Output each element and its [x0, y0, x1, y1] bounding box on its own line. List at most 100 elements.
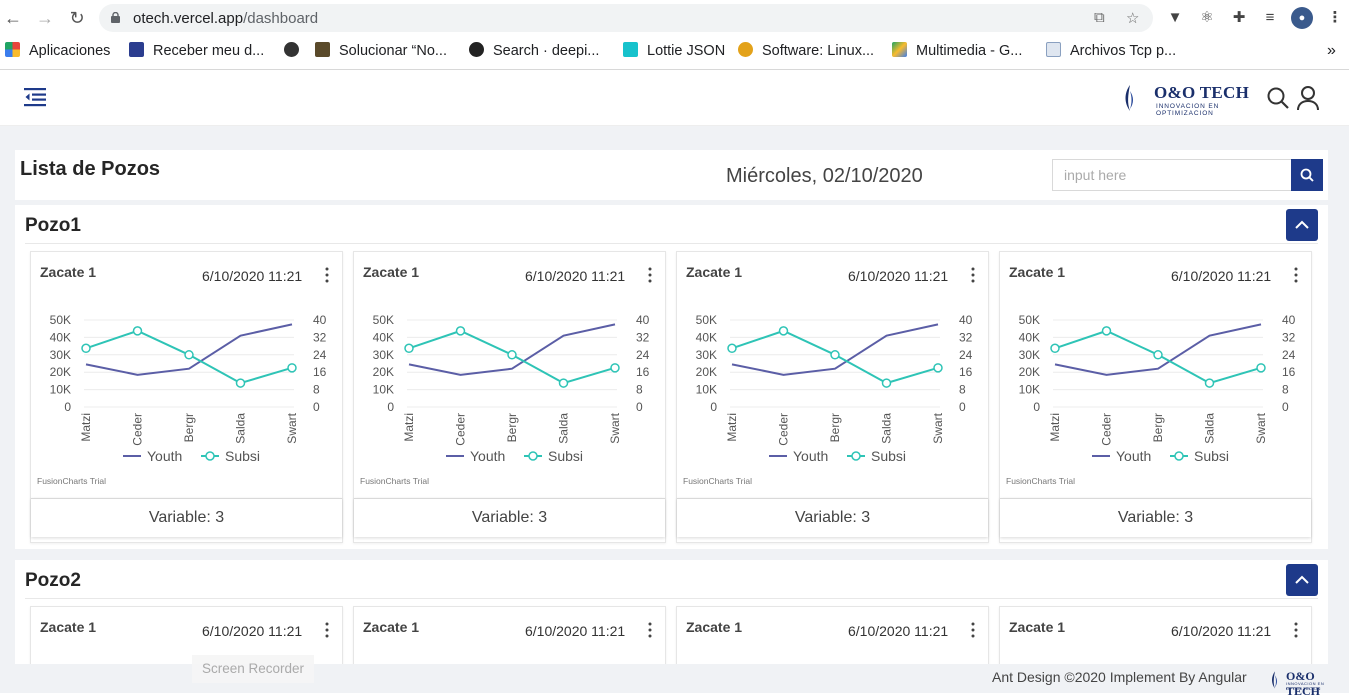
- y-right-tick-label: 0: [636, 400, 643, 414]
- y-left-tick-label: 50K: [696, 313, 717, 327]
- y-left-tick-label: 30K: [373, 348, 394, 362]
- browser-menu-icon[interactable]: ⋮: [1324, 7, 1346, 29]
- user-icon[interactable]: [1296, 85, 1320, 111]
- card-date: 6/10/2020 11:21: [525, 268, 626, 284]
- y-left-tick-label: 30K: [1019, 348, 1040, 362]
- data-point: [81, 343, 91, 354]
- legend-label: Subsi: [548, 448, 583, 464]
- bookmark-favicon-icon: [315, 42, 330, 57]
- y-right-tick-label: 8: [959, 383, 966, 397]
- y-left-tick-label: 40K: [50, 330, 71, 344]
- bookmarks-overflow-icon[interactable]: »: [1327, 41, 1336, 61]
- star-icon[interactable]: ☆: [1126, 9, 1139, 27]
- chart-trial-label: FusionCharts Trial: [360, 476, 429, 486]
- search-button[interactable]: [1291, 159, 1323, 191]
- y-right-tick-label: 8: [313, 383, 320, 397]
- menu-fold-icon[interactable]: [24, 87, 46, 107]
- more-options-icon[interactable]: [646, 621, 654, 639]
- data-point: [455, 326, 466, 336]
- x-tick-label: Bergr: [828, 413, 842, 442]
- card-title: Zacate 1: [40, 264, 97, 280]
- profile-avatar[interactable]: ●: [1291, 7, 1313, 29]
- app-header: O&O TECH INNOVACION EN OPTIMIZACION: [0, 70, 1349, 126]
- bookmark-lottie[interactable]: Lottie JSON: [623, 41, 725, 61]
- back-icon[interactable]: ←: [0, 5, 26, 31]
- more-options-icon[interactable]: [969, 266, 977, 284]
- screen-recorder-overlay[interactable]: Screen Recorder: [192, 655, 314, 683]
- x-tick-label: Matzi: [402, 413, 416, 442]
- data-point: [1101, 326, 1112, 336]
- y-right-tick-label: 0: [313, 400, 320, 414]
- search-icon[interactable]: [1266, 86, 1290, 110]
- y-right-tick-label: 24: [636, 348, 650, 362]
- chart-card: Zacate 1 6/10/2020 11:21 0 0 10K 8 20K 16 30K 24 4…: [353, 251, 666, 543]
- data-point: [1050, 343, 1060, 354]
- card-title: Zacate 1: [363, 264, 420, 280]
- card-title: Zacate 1: [686, 264, 743, 280]
- card-date: 6/10/2020 11:21: [1171, 268, 1272, 284]
- chart-card: Zacate 1 6/10/2020 11:21 0 0 10K 8 20K 16 30K 24 4…: [30, 251, 343, 543]
- media-control-icon[interactable]: ≡: [1259, 7, 1281, 29]
- data-point: [558, 378, 569, 388]
- translate-icon[interactable]: ⧉: [1094, 9, 1105, 26]
- chart-trial-label: FusionCharts Trial: [683, 476, 752, 486]
- more-options-icon[interactable]: [1292, 266, 1300, 284]
- list-header: Lista de Pozos Miércoles, 02/10/2020: [15, 150, 1328, 200]
- extension-react-icon[interactable]: ⚛: [1196, 7, 1218, 29]
- logo-brand: O&O TECH: [1154, 83, 1250, 102]
- more-options-icon[interactable]: [1292, 621, 1300, 639]
- legend-marker-point: [205, 451, 215, 461]
- bookmark-receber[interactable]: Receber meu d...: [129, 41, 264, 61]
- browser-toolbar: ← → ↻ otech.vercel.app/dashboard ⧉ ☆ ▼ ⚛…: [0, 0, 1349, 70]
- bookmark-globe[interactable]: [284, 41, 308, 61]
- variable-value[interactable]: Variable: 3: [354, 498, 665, 537]
- reload-icon[interactable]: ↻: [64, 5, 90, 31]
- card-date: 6/10/2020 11:21: [202, 623, 303, 639]
- extension-v-icon[interactable]: ▼: [1164, 7, 1186, 29]
- legend-label: Subsi: [225, 448, 260, 464]
- y-left-tick-label: 30K: [696, 348, 717, 362]
- more-options-icon[interactable]: [646, 266, 654, 284]
- x-tick-label: Salda: [557, 413, 571, 444]
- bookmark-github[interactable]: Search · deepi...: [469, 41, 599, 61]
- bookmark-solucionar[interactable]: Solucionar “No...: [315, 41, 447, 61]
- lottie-icon: [623, 42, 638, 57]
- data-point: [507, 350, 517, 360]
- extensions-puzzle-icon[interactable]: ✚: [1228, 7, 1250, 29]
- footer-text: Ant Design ©2020 Implement By Angular: [992, 669, 1247, 685]
- search-input[interactable]: [1052, 159, 1292, 191]
- card-date: 6/10/2020 11:21: [525, 623, 626, 639]
- variable-value[interactable]: Variable: 3: [31, 498, 342, 537]
- y-right-tick-label: 16: [959, 365, 973, 379]
- bookmark-apps[interactable]: Aplicaciones: [5, 41, 110, 61]
- more-options-icon[interactable]: [323, 266, 331, 284]
- x-tick-label: Salda: [880, 413, 894, 444]
- x-tick-label: Matzi: [725, 413, 739, 442]
- variable-value[interactable]: Variable: 3: [677, 498, 988, 537]
- bookmark-favicon-icon: [1046, 42, 1061, 57]
- address-bar[interactable]: otech.vercel.app/dashboard ⧉ ☆: [99, 4, 1153, 32]
- more-options-icon[interactable]: [969, 621, 977, 639]
- bookmark-multimedia[interactable]: Multimedia - G...: [892, 41, 1022, 61]
- data-point: [778, 326, 789, 336]
- chart-trial-label: FusionCharts Trial: [1006, 476, 1075, 486]
- variable-value[interactable]: Variable: 3: [1000, 498, 1311, 537]
- more-options-icon[interactable]: [323, 621, 331, 639]
- current-date: Miércoles, 02/10/2020: [726, 165, 923, 187]
- card-date: 6/10/2020 11:21: [848, 623, 949, 639]
- series-line-youth: [1054, 323, 1262, 376]
- y-left-tick-label: 50K: [50, 313, 71, 327]
- forward-icon[interactable]: →: [32, 5, 58, 31]
- pozo-title: Pozo1: [25, 215, 81, 236]
- y-right-tick-label: 16: [313, 365, 327, 379]
- y-left-tick-label: 20K: [1019, 365, 1040, 379]
- collapse-button[interactable]: [1286, 564, 1318, 596]
- bookmark-software[interactable]: Software: Linux...: [738, 41, 874, 61]
- pozo-section: Pozo2 Zacate 16/10/2020 11:2150K40Zacate…: [15, 560, 1328, 666]
- y-right-tick-label: 32: [1282, 330, 1296, 344]
- line-chart: 0 0 10K 8 20K 16 30K 24 40K 32 50K 40 Matzi Ceder Berg…: [50, 313, 327, 464]
- y-right-tick-label: 40: [1282, 313, 1296, 327]
- collapse-button[interactable]: [1286, 209, 1318, 241]
- bookmark-archivos[interactable]: Archivos Tcp p...: [1046, 41, 1176, 61]
- legend-label: Youth: [147, 448, 182, 464]
